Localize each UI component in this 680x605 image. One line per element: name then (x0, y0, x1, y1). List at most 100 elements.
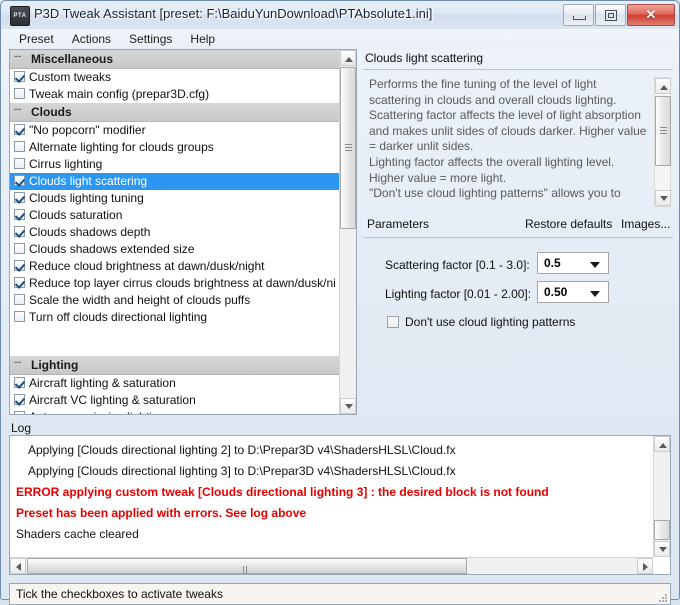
chevron-up-icon (660, 85, 668, 90)
description-box: Performs the fine tuning of the level of… (363, 77, 673, 207)
close-icon: ✕ (645, 7, 657, 22)
checkbox-icon[interactable] (14, 175, 25, 186)
menu-item-settings[interactable]: Settings (120, 30, 181, 48)
scroll-down-button[interactable] (340, 398, 356, 414)
parameters-header: Parameters Restore defaults Images... (363, 217, 673, 235)
group-label: Clouds (31, 105, 72, 119)
menu-item-preset[interactable]: Preset (10, 30, 63, 48)
group-header[interactable]: ˇˇ Miscellaneous (10, 50, 339, 69)
details-title: Clouds light scattering (365, 51, 484, 65)
tweak-item-label: Clouds saturation (29, 208, 123, 222)
scrollbar-thumb[interactable] (340, 67, 356, 229)
tweak-item[interactable]: Clouds saturation (10, 207, 339, 224)
menu-bar: Preset Actions Settings Help (2, 29, 678, 49)
log-content[interactable]: Applying [Clouds directional lighting 2]… (10, 436, 653, 557)
tweak-list-scrollbar[interactable] (339, 50, 356, 414)
group-label: Miscellaneous (31, 52, 114, 66)
images-button[interactable]: Images... (621, 217, 670, 231)
chevron-down-icon (660, 196, 668, 201)
tweak-item[interactable]: Autogen emissive lighting (10, 409, 339, 414)
scroll-up-button[interactable] (654, 436, 670, 452)
scrollbar-thumb[interactable] (655, 96, 671, 166)
cloud-lighting-patterns-checkbox[interactable]: Don't use cloud lighting patterns (387, 315, 575, 329)
checkbox-icon[interactable] (14, 377, 25, 388)
log-label: Log (11, 421, 32, 435)
chevron-down-icon: ˇˇ (14, 107, 22, 119)
tweak-item-label: Cirrus lighting (29, 157, 103, 171)
checkbox-icon[interactable] (14, 88, 25, 99)
close-button[interactable]: ✕ (627, 4, 675, 26)
app-window: PTA P3D Tweak Assistant [preset: F:\Baid… (0, 0, 680, 605)
tweak-list-panel: ˇˇ Miscellaneous Custom tweaks Tweak main c… (9, 49, 357, 415)
restore-defaults-button[interactable]: Restore defaults (525, 217, 612, 231)
log-scrollbar-vertical[interactable] (653, 436, 670, 557)
group-header[interactable]: ˇˇ Clouds (10, 103, 339, 122)
tweak-list[interactable]: ˇˇ Miscellaneous Custom tweaks Tweak main c… (10, 50, 339, 414)
tweak-item[interactable]: Turn off clouds directional lighting (10, 309, 339, 326)
checkbox-icon[interactable] (14, 71, 25, 82)
checkbox-icon[interactable] (14, 124, 25, 135)
checkbox-icon[interactable] (14, 226, 25, 237)
tweak-item-label: Clouds shadows extended size (29, 242, 195, 256)
tweak-item[interactable]: Tweak main config (prepar3D.cfg) (10, 86, 339, 103)
maximize-icon (605, 10, 617, 21)
lighting-factor-select[interactable]: 0.50 (537, 281, 609, 303)
tweak-item[interactable]: Alternate lighting for clouds groups (10, 139, 339, 156)
tweak-item[interactable]: "No popcorn" modifier (10, 122, 339, 139)
chevron-down-icon (345, 404, 353, 409)
maximize-button[interactable] (595, 4, 626, 26)
group-label: Lighting (31, 358, 79, 372)
checkbox-icon[interactable] (14, 192, 25, 203)
chevron-up-icon (345, 57, 353, 62)
description-scrollbar[interactable] (654, 77, 671, 207)
scattering-factor-select[interactable]: 0.5 (537, 252, 609, 274)
minimize-button[interactable] (563, 4, 594, 26)
log-line: Applying [Clouds directional lighting 3]… (28, 464, 456, 478)
group-header[interactable]: ˇˇ Lighting (10, 356, 339, 375)
tweak-item[interactable]: Clouds lighting tuning (10, 190, 339, 207)
checkbox-icon[interactable] (14, 158, 25, 169)
resize-grip-icon[interactable] (657, 592, 667, 602)
log-scrollbar-horizontal[interactable] (10, 557, 653, 574)
checkbox-icon[interactable] (14, 277, 25, 288)
scroll-down-button[interactable] (654, 541, 670, 557)
checkbox-icon[interactable] (14, 411, 25, 414)
log-line-error: ERROR applying custom tweak [Clouds dire… (16, 485, 549, 499)
checkbox-icon[interactable] (14, 394, 25, 405)
checkbox-icon[interactable] (14, 243, 25, 254)
tweak-item[interactable]: Cirrus lighting (10, 156, 339, 173)
tweak-item[interactable]: Clouds light scattering (10, 173, 339, 190)
scroll-up-button[interactable] (340, 50, 356, 66)
menu-item-help[interactable]: Help (181, 30, 224, 48)
log-line-error: Preset has been applied with errors. See… (16, 506, 307, 520)
checkbox-icon[interactable] (14, 260, 25, 271)
checkbox-icon[interactable] (14, 209, 25, 220)
menu-item-actions[interactable]: Actions (63, 30, 120, 48)
scroll-down-button[interactable] (655, 190, 671, 206)
tweak-item[interactable]: Custom tweaks (10, 69, 339, 86)
tweak-item[interactable]: Clouds shadows extended size (10, 241, 339, 258)
scroll-left-button[interactable] (10, 558, 26, 574)
tweak-item[interactable]: Aircraft VC lighting & saturation (10, 392, 339, 409)
tweak-item[interactable]: Aircraft lighting & saturation (10, 375, 339, 392)
tweak-item[interactable]: Scale the width and height of clouds puf… (10, 292, 339, 309)
scroll-right-button[interactable] (637, 558, 653, 574)
scrollbar-thumb[interactable] (654, 520, 670, 540)
chevron-down-icon: ˇˇ (14, 54, 22, 66)
title-bar: PTA P3D Tweak Assistant [preset: F:\Baid… (1, 1, 679, 29)
chevron-up-icon (659, 443, 667, 448)
tweak-item[interactable]: Reduce cloud brightness at dawn/dusk/nig… (10, 258, 339, 275)
tweak-item[interactable]: Reduce top layer cirrus clouds brightnes… (10, 275, 339, 292)
checkbox-icon[interactable] (14, 294, 25, 305)
details-panel: Clouds light scattering Performs the fin… (361, 49, 675, 415)
scroll-up-button[interactable] (655, 78, 671, 94)
grip-icon (243, 563, 251, 574)
tweak-item-label: Reduce cloud brightness at dawn/dusk/nig… (29, 259, 265, 273)
tweak-item[interactable]: Clouds shadows depth (10, 224, 339, 241)
checkbox-icon[interactable] (14, 141, 25, 152)
scrollbar-thumb[interactable] (27, 558, 467, 574)
tweak-item-label: Tweak main config (prepar3D.cfg) (29, 87, 210, 101)
checkbox-icon[interactable] (14, 311, 25, 322)
scattering-factor-value: 0.5 (544, 256, 561, 270)
tweak-item-label: "No popcorn" modifier (29, 123, 146, 137)
